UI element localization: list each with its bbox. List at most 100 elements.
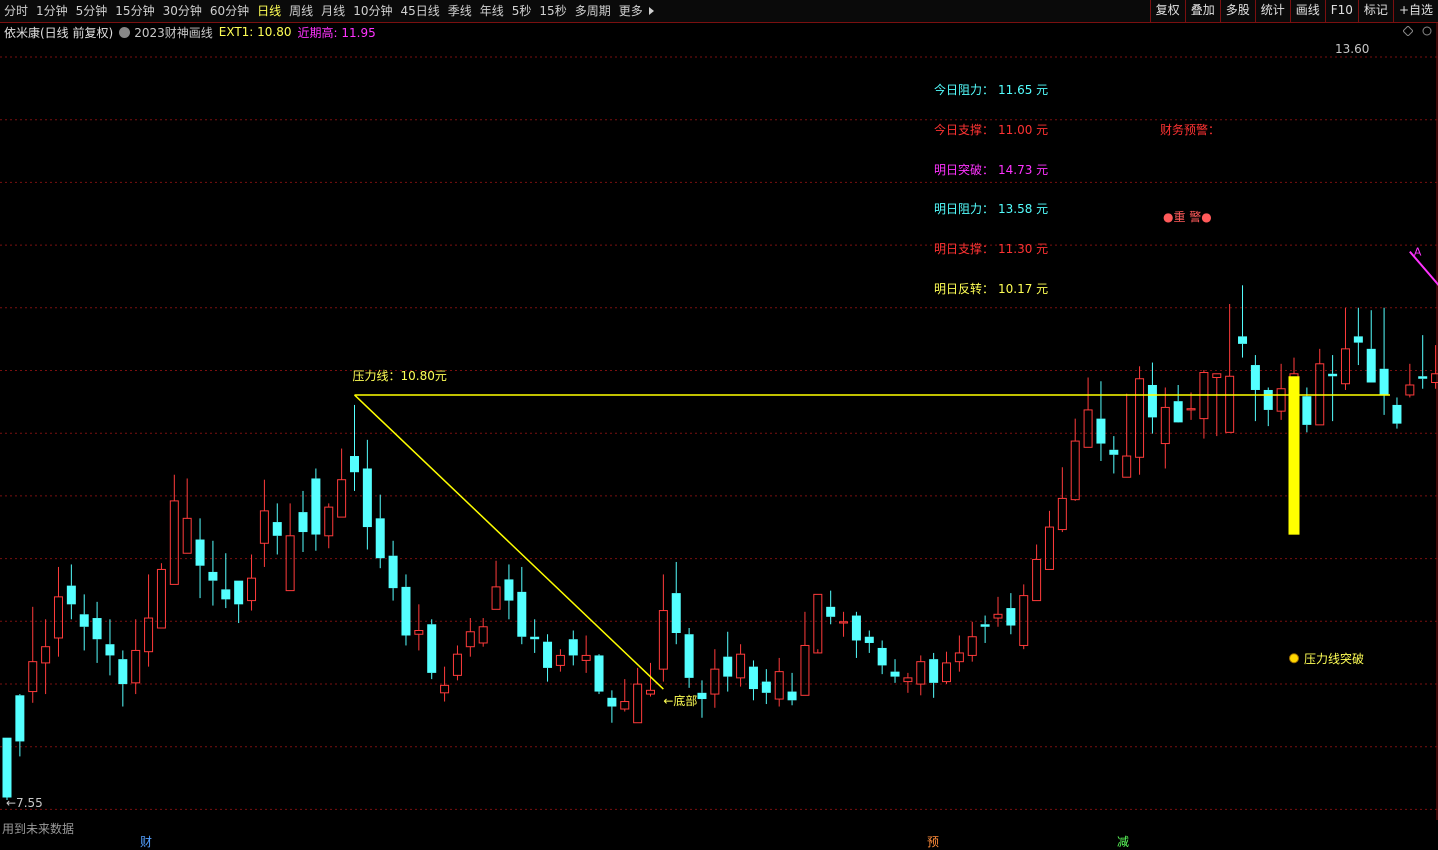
candle-body <box>479 627 487 643</box>
candle-body <box>607 698 616 707</box>
candle-body <box>814 594 822 653</box>
candle <box>1367 310 1376 382</box>
candle-body <box>943 663 951 682</box>
candle-body <box>1033 559 1041 600</box>
candle <box>1380 308 1389 415</box>
candle-body <box>840 622 848 623</box>
breakout-bar <box>1289 376 1300 534</box>
candle <box>273 503 282 554</box>
candle <box>607 690 616 722</box>
candle <box>170 475 178 585</box>
candle <box>42 619 50 694</box>
breakout-label: 压力线突破 <box>1304 651 1364 666</box>
bottom-label: ←底部 <box>663 693 697 708</box>
candle <box>1328 355 1337 421</box>
candle-body <box>1264 390 1273 410</box>
candle-body <box>517 592 526 637</box>
chart-annotations: 13.60←7.55压力线：10.80元←底部压力线突破ABC突ABC●重 警●… <box>6 42 1438 810</box>
drawn-lines <box>354 46 1438 689</box>
candle <box>891 659 900 683</box>
candle <box>93 602 102 663</box>
candle <box>338 449 346 518</box>
candle-body <box>891 672 900 677</box>
kline-chart[interactable]: 13.60←7.55压力线：10.80元←底部压力线突破ABC突ABC●重 警●… <box>0 0 1438 848</box>
candle-body <box>338 480 346 517</box>
candle-body <box>1418 376 1427 378</box>
candle <box>221 553 230 608</box>
candle-body <box>1277 389 1285 411</box>
marker-forecast[interactable]: 预 <box>927 833 939 850</box>
level-label-4: 明日支撑： <box>934 241 994 256</box>
pressure-label: 压力线：10.80元 <box>352 369 446 383</box>
candle-body <box>504 579 513 600</box>
candle <box>350 405 359 491</box>
candle-body <box>697 693 706 699</box>
candle <box>157 563 165 628</box>
candle-body <box>67 586 76 605</box>
candle-body <box>54 597 62 638</box>
candle <box>852 612 861 658</box>
candle <box>299 491 308 552</box>
candle <box>1096 381 1105 461</box>
candle <box>466 618 474 657</box>
candle-body <box>248 578 256 600</box>
candle <box>504 564 513 619</box>
candle-body <box>286 536 294 591</box>
candle-body <box>1367 349 1376 383</box>
candle-body <box>569 639 578 655</box>
candle <box>929 653 938 698</box>
candle-body <box>132 650 140 682</box>
candle <box>1045 511 1053 570</box>
candle-body <box>15 695 24 741</box>
candle <box>582 635 590 672</box>
candle-body <box>1213 374 1221 378</box>
candle-body <box>1187 409 1195 410</box>
candle <box>1406 364 1414 398</box>
candle <box>1238 285 1247 357</box>
candle-body <box>1328 374 1337 376</box>
candle-body <box>325 507 333 536</box>
grid-lines <box>0 23 1438 820</box>
marker-finance[interactable]: 财 <box>140 833 152 850</box>
candle-body <box>737 654 745 678</box>
candle <box>248 554 256 610</box>
candle-body <box>1058 498 1066 529</box>
level-value-3: 13.58 元 <box>998 202 1048 216</box>
candle <box>723 632 732 692</box>
candle <box>389 541 398 601</box>
candle-body <box>826 607 835 617</box>
candle <box>737 644 745 686</box>
candle <box>556 649 564 671</box>
candle <box>145 574 153 666</box>
candle <box>1316 349 1324 425</box>
candle-body <box>80 614 89 626</box>
finance-warning-label: 财务预警： <box>1160 122 1220 137</box>
candle-body <box>762 682 771 693</box>
candle-body <box>878 648 887 665</box>
trend-line <box>354 395 663 689</box>
candle-body <box>775 672 783 699</box>
candle-body <box>1148 385 1157 417</box>
candle-body <box>221 589 230 599</box>
candle-body <box>1302 396 1311 425</box>
candle-body <box>530 637 539 639</box>
marker-reduce[interactable]: 减 <box>1117 833 1129 850</box>
candle <box>543 634 552 681</box>
level-label-0: 今日阻力： <box>934 82 994 97</box>
point-a-label: A <box>1414 246 1422 259</box>
candle-body <box>29 662 37 692</box>
candle-body <box>634 684 642 723</box>
candle-body <box>1380 369 1389 395</box>
candle <box>1006 593 1015 634</box>
abc-zigzag <box>1410 189 1438 446</box>
candle <box>981 616 990 643</box>
candle <box>904 673 912 693</box>
candle <box>943 652 951 684</box>
candle <box>1226 304 1234 432</box>
candle-body <box>955 653 963 662</box>
candle <box>118 650 127 706</box>
candle <box>788 673 797 705</box>
candle-body <box>1406 385 1414 395</box>
candle <box>1020 584 1028 649</box>
candle-body <box>994 614 1002 618</box>
